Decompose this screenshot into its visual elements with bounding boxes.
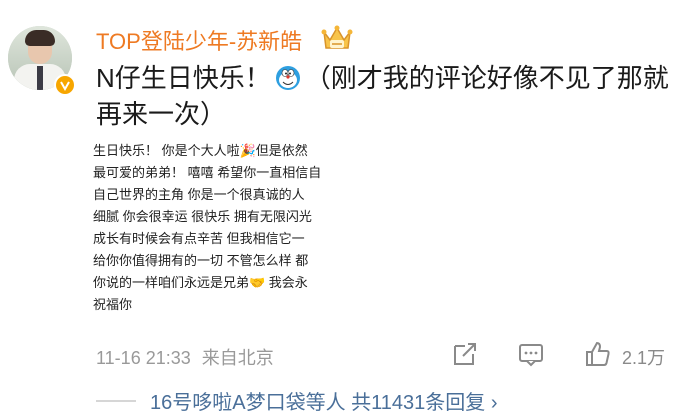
comment-icon[interactable] (517, 340, 545, 368)
reply-divider (96, 400, 136, 402)
reply-summary-link[interactable]: 16号哆啦A梦口袋等人 共11431条回复 › (150, 386, 498, 415)
location: 来自北京 (201, 348, 274, 368)
image-text-line: 给你你值得拥有的一切 不管怎么样 都 (93, 253, 309, 268)
share-icon[interactable] (451, 340, 479, 368)
image-text-line: 祝福你 (93, 297, 133, 312)
comment-image[interactable]: 生日快乐！ 你是个大人啦🎉但是依然 最可爱的弟弟！ 嘻嘻 希望你一直相信自 自己世界… (92, 140, 330, 320)
like-count: 2.1万 (622, 348, 666, 368)
avatar[interactable] (8, 26, 76, 96)
verified-badge-icon (54, 74, 76, 96)
doraemon-icon (275, 64, 301, 90)
thumbs-up-icon[interactable] (584, 340, 612, 368)
image-text-line: 细腻 你会很幸运 很快乐 拥有无限闪光 (93, 209, 312, 224)
comment-text: N仔生日快乐！ （刚才我的评论好像不见了那就再来一次） (96, 60, 681, 132)
username[interactable]: TOP登陆少年-苏新皓 (96, 24, 302, 56)
crown-icon (320, 24, 354, 54)
image-text-line: 最可爱的弟弟！ 嘻嘻 希望你一直相信自 (93, 165, 322, 180)
image-text-line: 自己世界的主角 你是一个很真诚的人 (93, 187, 305, 202)
image-text-line: 生日快乐！ 你是个大人啦🎉但是依然 (93, 143, 308, 158)
image-text-line: 成长有时候会有点辛苦 但我相信它一 (93, 231, 305, 246)
timestamp: 11-16 21:33 (96, 348, 191, 368)
image-text-line: 你说的一样咱们永远是兄弟🤝 我会永 (93, 275, 308, 290)
comment-text-part1: N仔生日快乐！ (96, 63, 271, 93)
comment-meta: 11-16 21:33 来自北京 (96, 344, 274, 370)
